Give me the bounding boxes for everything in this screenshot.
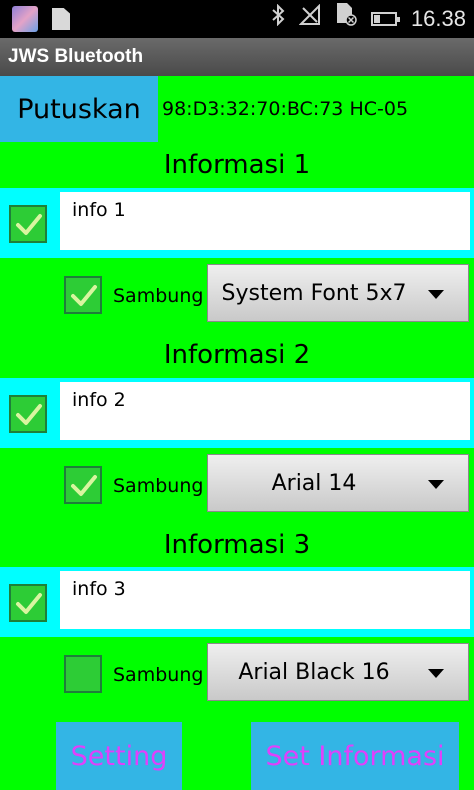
sambung-label-1: Sambung xyxy=(113,285,204,307)
info-row-3 xyxy=(0,567,474,637)
sambung-checkbox-2[interactable] xyxy=(64,466,102,504)
font-select-1[interactable]: System Font 5x7 xyxy=(207,264,469,322)
sambung-label-3: Sambung xyxy=(113,664,204,686)
section-title-1: Informasi 1 xyxy=(163,150,311,180)
section-title-2: Informasi 2 xyxy=(163,340,311,370)
checkmark-icon xyxy=(16,404,42,425)
enable-checkbox-2[interactable] xyxy=(9,395,47,433)
sambung-checkbox-3[interactable] xyxy=(64,655,102,693)
battery-icon xyxy=(370,12,400,26)
bluetooth-icon xyxy=(271,0,285,38)
dropdown-arrow-icon xyxy=(428,669,444,678)
checkmark-icon xyxy=(16,214,42,235)
info-row-1 xyxy=(0,188,474,258)
font-select-value-3: Arial Black 16 xyxy=(238,660,390,685)
font-select-value-2: Arial 14 xyxy=(271,471,357,496)
info-input-1[interactable] xyxy=(60,192,470,250)
dropdown-arrow-icon xyxy=(428,480,444,489)
info-input-2[interactable] xyxy=(60,382,470,440)
disconnect-button[interactable]: Putuskan xyxy=(0,76,158,142)
section-title-3: Informasi 3 xyxy=(163,530,311,560)
font-select-value-1: System Font 5x7 xyxy=(221,281,407,306)
sambung-label-2: Sambung xyxy=(113,475,204,497)
setting-button[interactable]: Setting xyxy=(56,722,182,790)
font-select-2[interactable]: Arial 14 xyxy=(207,454,469,512)
dropdown-arrow-icon xyxy=(428,290,444,299)
info-input-3[interactable] xyxy=(60,571,470,629)
sambung-checkbox-1[interactable] xyxy=(64,276,102,314)
app-title-bar: JWS Bluetooth xyxy=(0,38,474,76)
enable-checkbox-3[interactable] xyxy=(9,584,47,622)
info-row-2 xyxy=(0,378,474,448)
battery-level xyxy=(373,15,380,23)
device-address: 98:D3:32:70:BC:73 HC-05 xyxy=(162,98,409,120)
checkmark-icon xyxy=(71,475,97,496)
app-title: JWS Bluetooth xyxy=(8,46,144,67)
set-informasi-button[interactable]: Set Informasi xyxy=(251,722,459,790)
sd-card-error-icon xyxy=(335,0,357,38)
checkmark-icon xyxy=(71,285,97,306)
status-bar: 16.38 xyxy=(0,0,474,38)
status-time: 16.38 xyxy=(410,6,466,31)
app-notification-icon xyxy=(12,6,38,32)
sd-card-icon xyxy=(52,8,70,30)
enable-checkbox-1[interactable] xyxy=(9,205,47,243)
no-signal-icon xyxy=(298,0,321,38)
checkmark-icon xyxy=(16,593,42,614)
font-select-3[interactable]: Arial Black 16 xyxy=(207,643,469,701)
